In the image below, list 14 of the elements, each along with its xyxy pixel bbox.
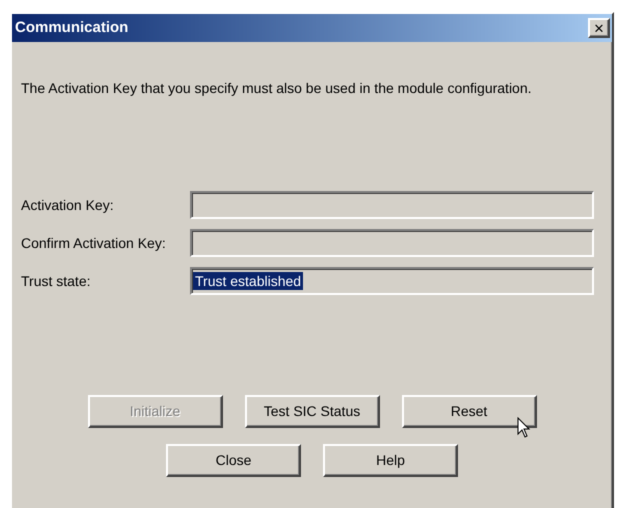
dialog-button[interactable]: Test SIC Status	[244, 395, 380, 428]
text-field[interactable]	[190, 191, 594, 219]
field-label: Trust state:	[21, 272, 92, 290]
field-value: Trust established	[193, 272, 304, 290]
dialog-button[interactable]: Help	[323, 444, 458, 477]
text-field[interactable]	[190, 229, 594, 257]
text-field[interactable]: Trust established	[190, 267, 594, 295]
field-label: Activation Key:	[21, 196, 115, 215]
dialog-button[interactable]: Close	[166, 444, 301, 477]
dialog-button[interactable]: Reset	[402, 395, 536, 428]
info-message: The Activation Key that you specify must also be used in the module configuration.	[21, 79, 533, 98]
window-title: Communication	[14, 18, 128, 38]
field-label: Confirm Activation Key:	[21, 234, 167, 253]
close-button[interactable]: ×	[588, 18, 610, 38]
